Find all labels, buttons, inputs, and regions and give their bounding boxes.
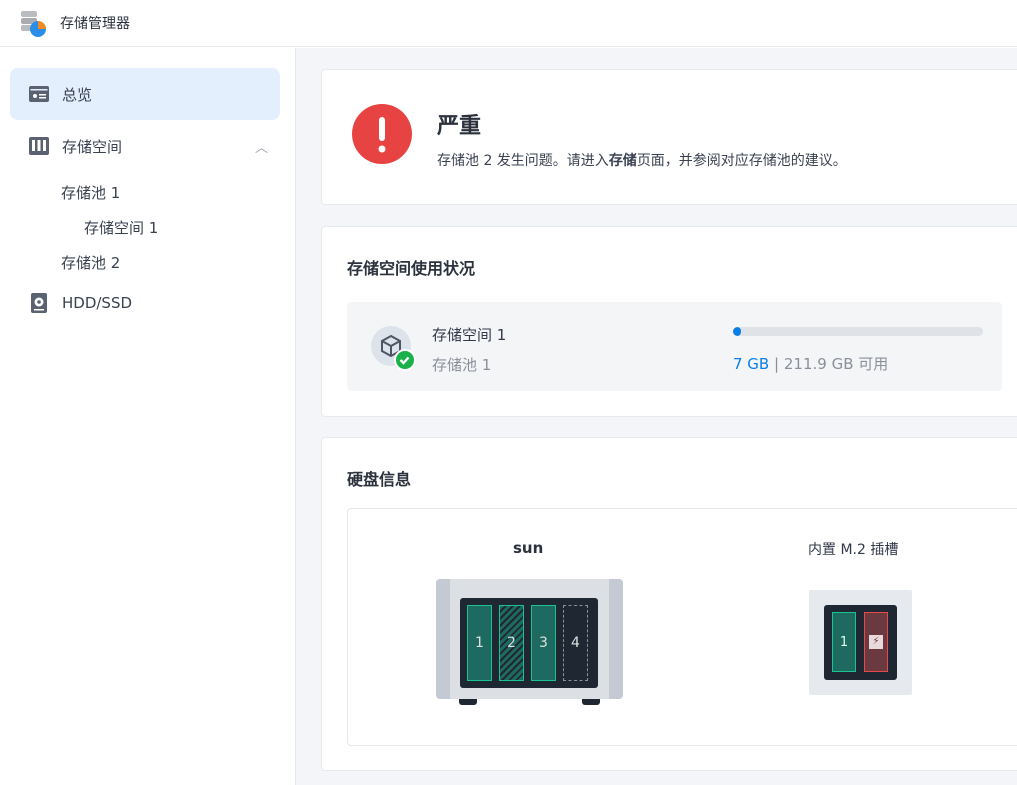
drive-slot-2[interactable]: 2: [499, 605, 524, 681]
sidebar-item-hdd-ssd[interactable]: HDD/SSD: [28, 292, 132, 314]
usage-bar-fill: [733, 327, 741, 336]
usage-title: 存储空间使用状况: [347, 259, 476, 278]
usage-text: 7 GB | 211.9 GB 可用: [733, 355, 889, 373]
volume-name: 存储空间 1: [432, 326, 507, 344]
storage-icon: [29, 137, 49, 155]
app-title: 存储管理器: [60, 16, 130, 32]
unit-name: sun: [513, 539, 544, 557]
overview-icon: [29, 86, 49, 102]
drive-slot-1[interactable]: 1: [467, 605, 492, 681]
storage-manager-icon: [21, 11, 46, 37]
alert-card: 严重 存储池 2 发生问题。请进入存储页面，并参阅对应存储池的建议。: [321, 69, 1017, 205]
sidebar-item-overview[interactable]: 总览: [10, 68, 280, 120]
nas-unit[interactable]: 1234: [436, 579, 623, 705]
volume-pool: 存储池 1: [432, 356, 492, 374]
sidebar-item-storage[interactable]: 存储空间 ︿: [28, 135, 268, 157]
drive-slot-4[interactable]: 4: [563, 605, 588, 681]
sidebar-item-label: HDD/SSD: [62, 294, 133, 312]
volume-row[interactable]: 存储空间 1 存储池 1 7 GB | 211.9 GB 可用: [347, 302, 1002, 391]
disk-title: 硬盘信息: [347, 470, 412, 489]
chevron-up-icon[interactable]: ︿: [255, 137, 268, 156]
m2-slot-2-error[interactable]: ⚡: [864, 612, 888, 672]
disk-icon: [31, 293, 47, 313]
sidebar-item-pool-1[interactable]: 存储池 1: [61, 182, 120, 203]
usage-card: 存储空间使用状况 存储空间 1 存储池 1 7 GB | 211.9 GB 可用: [321, 226, 1017, 417]
error-icon: [352, 104, 412, 164]
storage-link[interactable]: 存储: [609, 153, 637, 169]
m2-title: 内置 M.2 插槽: [808, 542, 899, 558]
alert-title: 严重: [437, 114, 482, 139]
drive-slot-3[interactable]: 3: [531, 605, 556, 681]
sidebar: 总览 存储空间 ︿ 存储池 1 存储空间 1 存储池 2 HDD/SSD: [0, 48, 296, 785]
sidebar-item-pool-2[interactable]: 存储池 2: [61, 252, 120, 273]
volume-icon: [371, 326, 416, 371]
sidebar-item-label: 总览: [62, 85, 93, 104]
disk-panel: sun 1234 内置 M.2 插槽 1 ⚡: [347, 508, 1017, 746]
usage-bar: [733, 327, 983, 336]
main-content: 严重 存储池 2 发生问题。请进入存储页面，并参阅对应存储池的建议。 存储空间使…: [296, 48, 1017, 785]
sidebar-item-label: 存储空间: [62, 137, 123, 156]
disk-card: 硬盘信息 sun 1234 内置 M.2 插槽 1 ⚡: [321, 437, 1017, 771]
alert-message: 存储池 2 发生问题。请进入存储页面，并参阅对应存储池的建议。: [437, 153, 847, 169]
m2-slot-1[interactable]: 1: [832, 612, 856, 672]
m2-slot-panel[interactable]: 1 ⚡: [809, 590, 912, 695]
warning-icon: ⚡: [869, 635, 883, 649]
sidebar-item-volume-1[interactable]: 存储空间 1: [84, 217, 158, 238]
title-bar: 存储管理器: [0, 0, 1017, 47]
